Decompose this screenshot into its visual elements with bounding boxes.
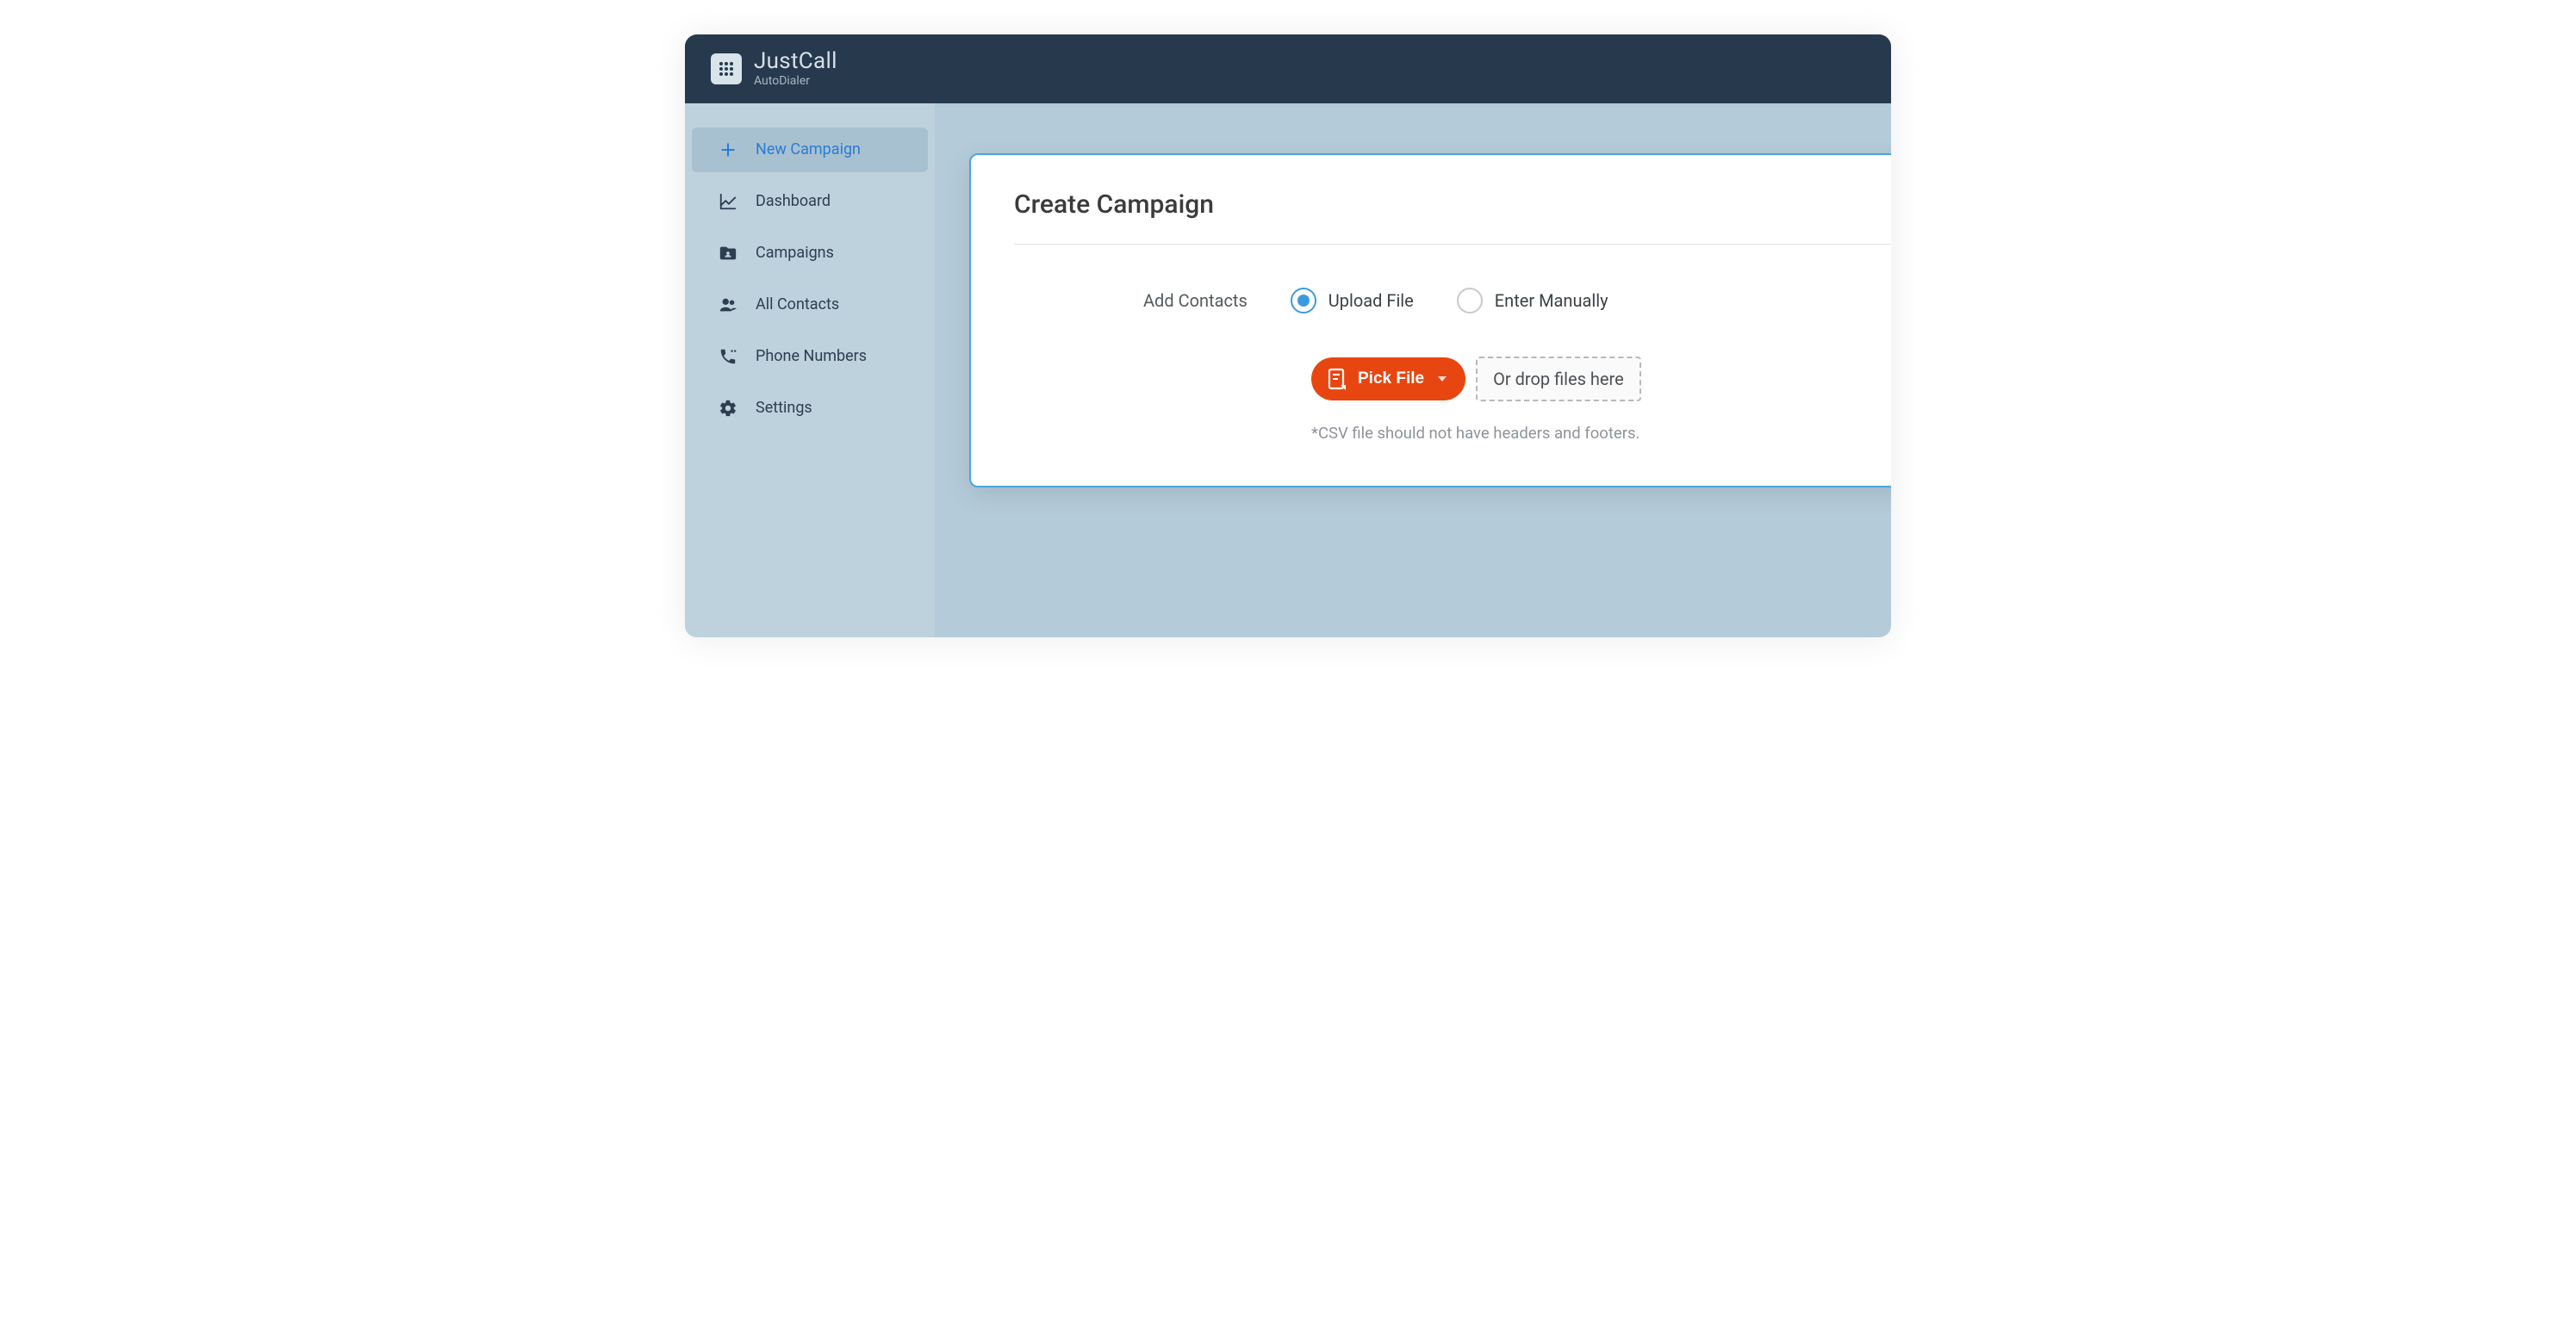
sidebar-item-label: Dashboard bbox=[756, 192, 831, 210]
app-header: JustCall AutoDialer bbox=[685, 34, 1891, 103]
sidebar-item-dashboard[interactable]: Dashboard bbox=[692, 179, 928, 224]
sidebar-item-label: Campaigns bbox=[756, 244, 834, 262]
divider bbox=[1014, 244, 1891, 245]
people-icon bbox=[718, 295, 738, 315]
chart-icon bbox=[718, 191, 738, 212]
drop-zone-label: Or drop files here bbox=[1493, 369, 1624, 389]
pick-file-button[interactable]: Pick File bbox=[1311, 357, 1465, 400]
brand-main: JustCall bbox=[754, 50, 837, 73]
main-area: Create Campaign Add Contacts Upload File… bbox=[935, 103, 1891, 637]
radio-upload-file[interactable]: Upload File bbox=[1291, 288, 1414, 313]
add-contacts-row: Add Contacts Upload File Enter Manually bbox=[1014, 288, 1891, 313]
sidebar-item-label: New Campaign bbox=[756, 140, 861, 158]
csv-hint: *CSV file should not have headers and fo… bbox=[1014, 424, 1891, 443]
radio-label: Upload File bbox=[1328, 290, 1414, 311]
brand-text: JustCall AutoDialer bbox=[754, 50, 837, 88]
radio-unselected-icon bbox=[1457, 288, 1483, 313]
pick-file-label: Pick File bbox=[1358, 369, 1424, 388]
sidebar-item-phone-numbers[interactable]: Phone Numbers bbox=[692, 334, 928, 379]
sidebar-item-settings[interactable]: Settings bbox=[692, 386, 928, 431]
gear-icon bbox=[718, 398, 738, 419]
sidebar: New Campaign Dashboard Campaigns All Con… bbox=[685, 103, 935, 637]
add-contacts-label: Add Contacts bbox=[1143, 290, 1248, 311]
folder-person-icon bbox=[718, 243, 738, 264]
phone-icon bbox=[718, 346, 738, 367]
sidebar-item-label: All Contacts bbox=[756, 295, 839, 313]
sidebar-item-campaigns[interactable]: Campaigns bbox=[692, 231, 928, 276]
app-body: New Campaign Dashboard Campaigns All Con… bbox=[685, 103, 1891, 637]
radio-label: Enter Manually bbox=[1495, 290, 1608, 311]
file-icon bbox=[1327, 368, 1347, 390]
radio-enter-manually[interactable]: Enter Manually bbox=[1457, 288, 1608, 313]
file-picker-row: Pick File Or drop files here bbox=[1014, 357, 1891, 401]
app-window: JustCall AutoDialer New Campaign Dashboa… bbox=[685, 34, 1891, 637]
caret-down-icon bbox=[1438, 376, 1447, 382]
create-campaign-card: Create Campaign Add Contacts Upload File… bbox=[969, 153, 1891, 487]
brand-sub: AutoDialer bbox=[754, 75, 837, 88]
sidebar-item-all-contacts[interactable]: All Contacts bbox=[692, 282, 928, 327]
plus-icon bbox=[718, 140, 738, 160]
sidebar-item-label: Phone Numbers bbox=[756, 347, 867, 365]
sidebar-item-new-campaign[interactable]: New Campaign bbox=[692, 127, 928, 172]
brand-logo-icon bbox=[711, 53, 742, 84]
radio-selected-icon bbox=[1291, 288, 1316, 313]
file-drop-zone[interactable]: Or drop files here bbox=[1476, 357, 1641, 401]
page-title: Create Campaign bbox=[1014, 189, 1891, 220]
sidebar-item-label: Settings bbox=[756, 399, 812, 417]
